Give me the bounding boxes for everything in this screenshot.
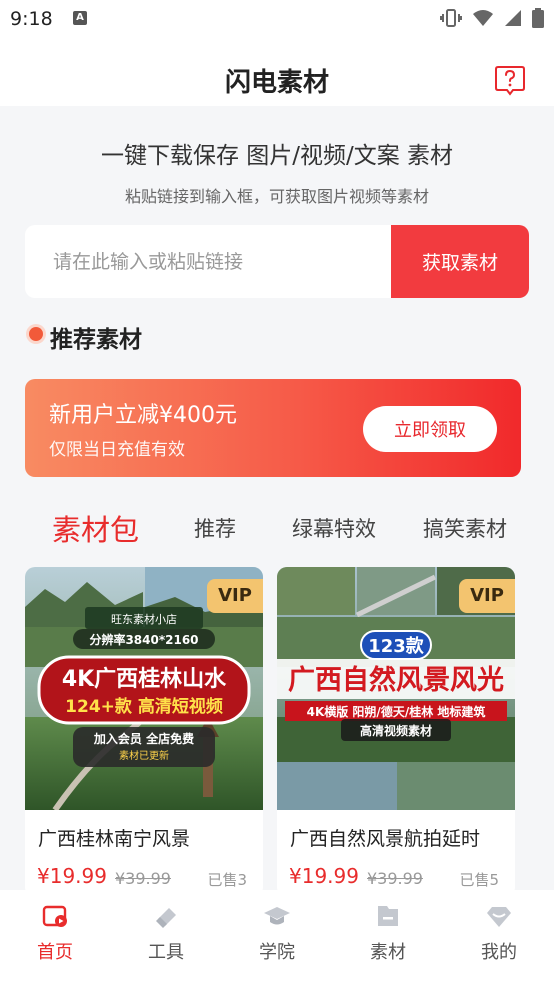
- section-dot-icon: [29, 327, 43, 341]
- thumb-count-text: 123款: [368, 635, 425, 657]
- bottom-tab-bar: 首页 工具 学院 素材 我的: [0, 890, 554, 984]
- promo-subtitle: 仅限当日充值有效: [49, 440, 185, 460]
- thumb-sub-text: 4K横版 阳朔/德天/桂林 地标建筑: [307, 704, 486, 719]
- tabbar-item-material[interactable]: 素材: [333, 890, 443, 984]
- product-price: ¥19.99: [289, 864, 359, 888]
- hero-subtitle: 粘贴链接到输入框，可获取图片视频等素材: [124, 187, 429, 206]
- app-header: 闪电素材: [0, 40, 554, 106]
- product-thumbnail: 123款 广西自然风景风光 4K横版 阳朔/德天/桂林 地标建筑 高清视频素材 …: [277, 567, 515, 810]
- diamond-user-icon: [487, 907, 511, 927]
- hero-title: 一键下载保存 图片/视频/文案 素材: [100, 143, 454, 169]
- link-input[interactable]: [25, 225, 391, 298]
- link-search-box: 获取素材: [25, 225, 529, 298]
- product-name: 广西自然风景航拍延时: [290, 828, 481, 850]
- category-tabs: 素材包 推荐 绿幕特效 搞笑素材: [0, 505, 554, 555]
- thumb-sub-text: 124+款 高清短视频: [65, 696, 223, 717]
- tabbar-label: 首页: [37, 942, 73, 963]
- tab-material-pack[interactable]: 素材包: [52, 507, 139, 549]
- status-bar: 9:18 A: [0, 0, 554, 40]
- promo-banner[interactable]: 新用户立减¥400元 仅限当日充值有效 立即领取: [25, 379, 521, 477]
- vip-badge: VIP: [207, 579, 263, 613]
- eraser-tool-icon: [156, 908, 176, 928]
- folder-icon: [378, 906, 398, 926]
- tabbar-item-mine[interactable]: 我的: [444, 890, 554, 984]
- tabbar-label: 素材: [370, 942, 406, 963]
- product-original-price: ¥39.99: [115, 869, 171, 888]
- tabbar-label: 我的: [481, 942, 517, 963]
- product-card[interactable]: 123款 广西自然风景风光 4K横版 阳朔/德天/桂林 地标建筑 高清视频素材 …: [277, 567, 515, 897]
- tabbar-label: 学院: [259, 942, 295, 963]
- get-material-button[interactable]: 获取素材: [391, 225, 529, 298]
- tab-green-screen[interactable]: 绿幕特效: [292, 513, 376, 543]
- thumb-member-text: 加入会员 全店免费: [93, 731, 194, 746]
- thumb-headline-text: 广西自然风景风光: [288, 664, 504, 696]
- product-original-price: ¥39.99: [367, 869, 423, 888]
- claim-button[interactable]: 立即领取: [363, 406, 497, 452]
- tab-funny[interactable]: 搞笑素材: [423, 513, 507, 543]
- promo-title: 新用户立减¥400元: [49, 403, 237, 428]
- home-icon: [42, 905, 67, 927]
- thumb-shop-text: 旺东素材小店: [111, 612, 177, 626]
- system-icons: [440, 8, 544, 28]
- product-thumbnail: 旺东素材小店 分辨率3840*2160 4K广西桂林山水 124+款 高清短视频…: [25, 567, 263, 810]
- page-title: 闪电素材: [224, 68, 329, 98]
- vibrate-icon: [440, 9, 462, 27]
- tabbar-item-academy[interactable]: 学院: [222, 890, 332, 984]
- recommend-title: 推荐素材: [50, 327, 142, 353]
- graduation-cap-icon: [264, 907, 290, 925]
- a-icon: A: [73, 11, 87, 25]
- battery-icon: [532, 8, 544, 28]
- product-sold-count: 已售3: [207, 871, 247, 889]
- product-card[interactable]: 旺东素材小店 分辨率3840*2160 4K广西桂林山水 124+款 高清短视频…: [25, 567, 263, 897]
- wifi-icon: [473, 10, 493, 26]
- product-name: 广西桂林南宁风景: [38, 828, 191, 850]
- tabbar-item-home[interactable]: 首页: [0, 890, 110, 984]
- thumb-resolution-text: 分辨率3840*2160: [89, 632, 198, 647]
- thumb-headline-text: 4K广西桂林山水: [62, 666, 227, 692]
- thumb-update-text: 素材已更新: [119, 749, 169, 762]
- status-time: 9:18: [10, 8, 53, 30]
- tab-recommend[interactable]: 推荐: [194, 513, 236, 543]
- signal-icon: [505, 10, 521, 26]
- tabbar-label: 工具: [148, 942, 184, 963]
- tabbar-item-tools[interactable]: 工具: [111, 890, 221, 984]
- product-price: ¥19.99: [37, 864, 107, 888]
- vip-badge: VIP: [459, 579, 515, 613]
- thumb-caption-text: 高清视频素材: [360, 723, 432, 738]
- product-sold-count: 已售5: [459, 871, 499, 889]
- help-icon[interactable]: [494, 64, 526, 96]
